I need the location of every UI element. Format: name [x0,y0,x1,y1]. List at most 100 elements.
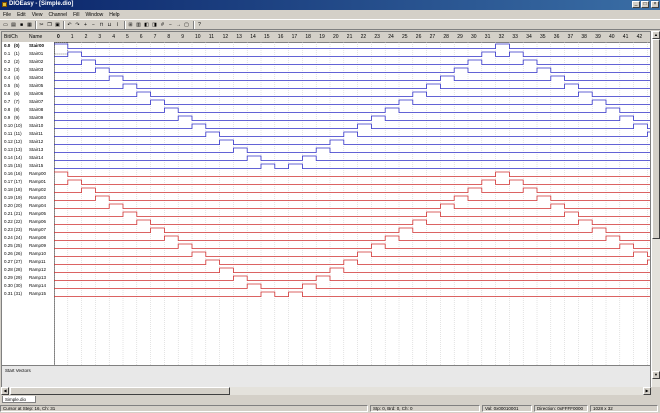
open-icon[interactable]: ▤ [10,21,17,28]
step-header: 33 [512,34,518,40]
tab-simple-dio[interactable]: Simple.dio [2,396,36,403]
start-vectors-pane: Start Vectors [2,365,650,387]
channel-ch: (6) [14,91,20,96]
menu-window[interactable]: Window [82,12,106,18]
stair-signal [54,147,650,153]
menu-file[interactable]: File [0,12,14,18]
menu-channel[interactable]: Channel [45,12,70,18]
channel-row[interactable]: 0.4 (4) Stair04 [2,74,54,82]
channel-bit: 0.30 [4,283,13,288]
fill-low-icon[interactable]: ⊔ [106,21,113,28]
channel-row[interactable]: 0.31 (31) Ramp15 [2,290,54,298]
channel-row[interactable]: 0.15 (15) Stair15 [2,162,54,170]
step-header: 27 [429,34,436,40]
horizontal-scroll-thumb[interactable] [10,387,230,395]
scroll-right-icon[interactable]: ▶ [643,387,651,395]
channel-name: Stair09 [29,115,44,120]
step-header: 4 [112,34,115,40]
stair-signal [54,91,650,97]
menu-view[interactable]: View [29,12,46,18]
channel-row[interactable]: 0.26 (26) Ramp10 [2,250,54,258]
paste-icon[interactable]: ▣ [54,21,61,28]
channel-row[interactable]: 0.20 (20) Ramp04 [2,202,54,210]
waveform-canvas[interactable] [54,42,650,365]
channel-bit: 0.16 [4,171,13,176]
arrow-icon[interactable]: → [175,21,182,28]
channel-row[interactable]: 0.27 (27) Ramp11 [2,258,54,266]
help-icon[interactable]: ? [196,21,203,28]
zoom-in-icon[interactable]: + [82,21,89,28]
channel-row[interactable]: 0.10 (10) Stair10 [2,122,54,130]
maximize-button[interactable]: □ [641,1,649,8]
pattern-icon[interactable]: ▥ [135,21,142,28]
channel-row[interactable]: 0.23 (23) Ramp07 [2,226,54,234]
vertical-scroll-thumb[interactable] [652,39,660,239]
undo-icon[interactable]: ↶ [66,21,73,28]
vertical-scrollbar[interactable]: ▲ ▼ [651,31,660,387]
channel-row[interactable]: 0.28 (28) Ramp12 [2,266,54,274]
insert-icon[interactable]: ◧ [143,21,150,28]
delete-icon[interactable]: ◨ [151,21,158,28]
copy-icon[interactable]: ❐ [46,21,53,28]
menu-help[interactable]: Help [106,12,122,18]
window-icon[interactable]: ▢ [183,21,190,28]
channel-row[interactable]: 0.16 (16) Ramp00 [2,170,54,178]
menu-fill[interactable]: Fill [70,12,82,18]
redo-icon[interactable]: ↷ [74,21,81,28]
channel-row[interactable]: 0.22 (22) Ramp06 [2,218,54,226]
step-header: 14 [250,34,256,40]
print-icon[interactable]: ▦ [26,21,33,28]
channel-row[interactable]: 0.18 (18) Ramp02 [2,186,54,194]
channel-bit: 0.25 [4,243,13,248]
save-icon[interactable]: ■ [18,21,25,28]
channel-row[interactable]: 0.5 (5) Stair05 [2,82,54,90]
channel-bit: 0.21 [4,211,13,216]
window-title: DIOEasy - [Simple.dio] [9,1,74,7]
channel-row[interactable]: 0.2 (2) Stair02 [2,58,54,66]
name-column-header: Name [29,34,43,40]
channel-row[interactable]: 0.17 (17) Ramp01 [2,178,54,186]
channel-row[interactable]: 0.24 (24) Ramp08 [2,234,54,242]
fill-toggle-icon[interactable]: ⌇ [114,21,121,28]
channel-row[interactable]: 0.11 (11) Stair11 [2,130,54,138]
status-cursor: Cursor at Step: 16, Ch: 31 [0,405,368,412]
channel-row[interactable]: 0.3 (3) Stair03 [2,66,54,74]
scroll-down-icon[interactable]: ▼ [652,371,660,379]
new-icon[interactable]: ▭ [2,21,9,28]
channel-row[interactable]: 0.21 (21) Ramp05 [2,210,54,218]
grid-icon[interactable]: # [159,21,166,28]
stair-signal [54,51,650,57]
channel-row[interactable]: 0.19 (19) Ramp03 [2,194,54,202]
calc-icon[interactable]: − [167,21,174,28]
channel-row[interactable]: 0.9 (9) Stair09 [2,114,54,122]
zoom-out-icon[interactable]: − [90,21,97,28]
fill-clock-icon[interactable]: ⊞ [127,21,134,28]
channel-bit: 0.29 [4,275,13,280]
fill-high-icon[interactable]: ⊓ [98,21,105,28]
ramp-signal [54,259,650,265]
channel-bit: 0.4 [4,75,11,80]
channel-row[interactable]: 0.7 (7) Stair07 [2,98,54,106]
channel-row[interactable]: 0.29 (29) Ramp13 [2,274,54,282]
channel-row[interactable]: 0.14 (14) Stair14 [2,154,54,162]
channel-row[interactable]: 0.6 (6) Stair06 [2,90,54,98]
channel-name: Ramp05 [29,211,47,216]
channel-row[interactable]: 0.8 (8) Stair08 [2,106,54,114]
horizontal-scrollbar[interactable]: ◀ ▶ [1,387,651,395]
close-button[interactable]: × [651,1,659,8]
step-header: 21 [346,34,353,40]
channel-row[interactable]: 0.12 (12) Stair12 [2,138,54,146]
cut-icon[interactable]: ✂ [38,21,45,28]
minimize-button[interactable]: _ [632,1,640,8]
channel-row[interactable]: 0.0 (0) Stair00 [2,42,54,50]
channel-row[interactable]: 0.30 (30) Ramp14 [2,282,54,290]
status-bar: Cursor at Step: 16, Ch: 31 Stp: 0, Brd: … [0,404,660,413]
channel-row[interactable]: 0.25 (25) Ramp09 [2,242,54,250]
menu-edit[interactable]: Edit [14,12,29,18]
waveform-editor[interactable]: Bit/Ch Name 0 1 2 3 4 5 6 7 8 9 10 11 12 13 14 15 16 17 18… [1,31,651,387]
channel-row[interactable]: 0.13 (13) Stair13 [2,146,54,154]
channel-row[interactable]: 0.1 (1) Stair01 [2,50,54,58]
scroll-up-icon[interactable]: ▲ [652,31,660,39]
scroll-left-icon[interactable]: ◀ [1,387,9,395]
channel-bit: 0.15 [4,163,13,168]
